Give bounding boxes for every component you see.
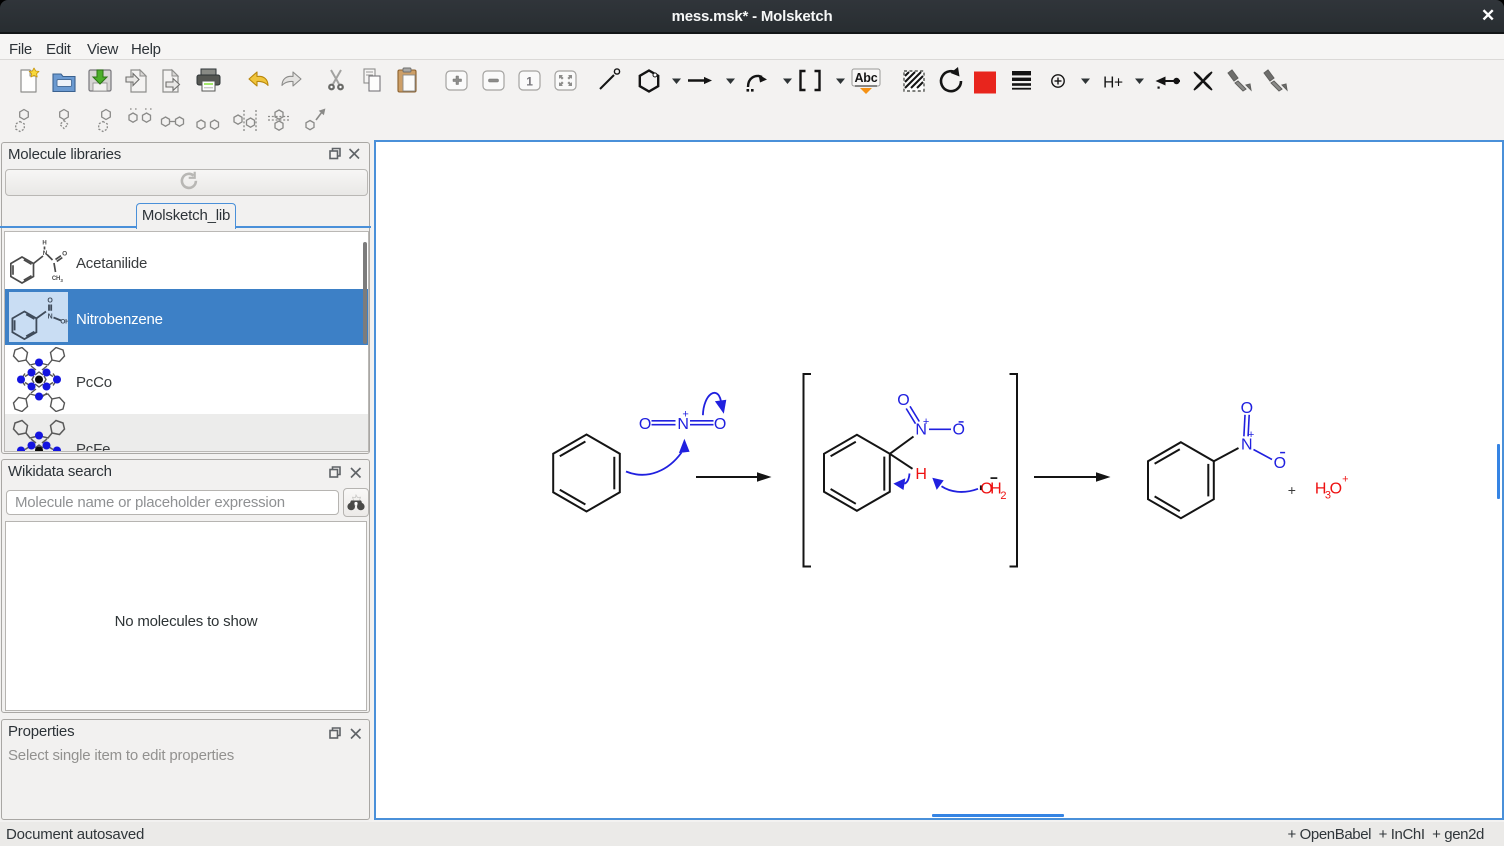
svg-text:O: O bbox=[62, 251, 67, 258]
svg-text:Abc: Abc bbox=[854, 71, 877, 85]
svg-text:H+: H+ bbox=[1103, 75, 1123, 92]
svg-text:O: O bbox=[1330, 481, 1342, 498]
svg-text:1: 1 bbox=[526, 75, 533, 89]
svg-text:O: O bbox=[47, 298, 53, 305]
svg-text:OH: OH bbox=[60, 319, 68, 326]
svg-text:3: 3 bbox=[60, 278, 63, 283]
svg-text:H: H bbox=[42, 241, 46, 247]
svg-text:O: O bbox=[1274, 455, 1286, 472]
svg-text:O: O bbox=[714, 416, 726, 433]
svg-text:O: O bbox=[1241, 400, 1253, 417]
svg-text:+: + bbox=[682, 409, 688, 421]
svg-text:CH: CH bbox=[52, 276, 60, 282]
svg-text:H: H bbox=[915, 466, 926, 483]
svg-text:O: O bbox=[897, 392, 909, 409]
svg-text:O: O bbox=[639, 416, 651, 433]
svg-text:N: N bbox=[43, 250, 48, 257]
svg-text:O: O bbox=[952, 422, 964, 439]
svg-text:+: + bbox=[1288, 482, 1296, 498]
svg-text:+: + bbox=[1342, 474, 1348, 486]
svg-text:+: + bbox=[923, 416, 929, 428]
svg-text:N: N bbox=[48, 314, 53, 321]
svg-text:2: 2 bbox=[1000, 490, 1006, 502]
